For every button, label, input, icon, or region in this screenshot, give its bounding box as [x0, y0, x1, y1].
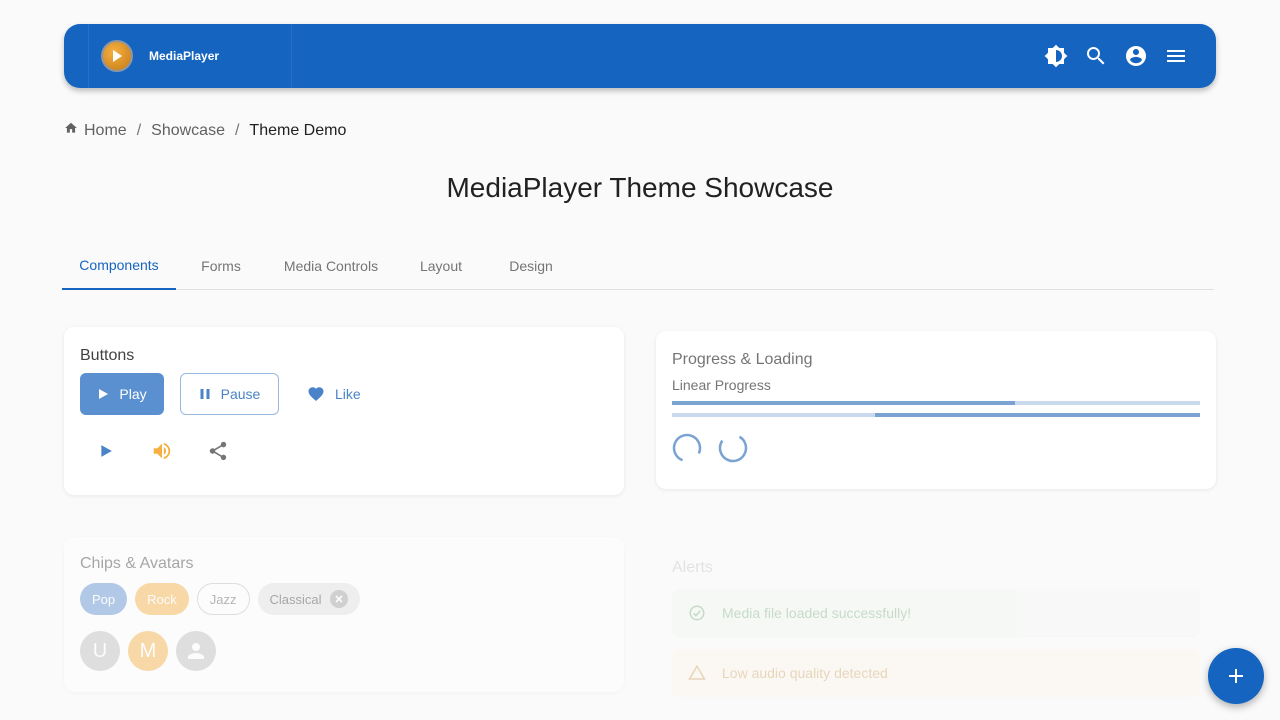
heart-icon — [308, 387, 324, 402]
determinate-progress-bar — [672, 401, 1200, 405]
logo-icon — [101, 40, 133, 72]
buttons-card-title: Buttons — [80, 347, 135, 364]
search-button[interactable] — [1080, 40, 1112, 72]
warning-alert-text: Low audio quality detected — [722, 665, 888, 681]
tab-design[interactable]: Design — [486, 242, 576, 289]
share-icon — [209, 441, 227, 461]
brand-name: MediaPlayer — [149, 49, 220, 63]
pause-button[interactable]: Pause — [180, 373, 279, 415]
breadcrumb-separator: / — [136, 122, 142, 139]
brand[interactable]: MediaPlayer — [88, 24, 292, 88]
success-alert: Media file loaded successfully! — [672, 589, 1200, 637]
chip-classical-label: Classical — [269, 591, 322, 607]
home-icon — [65, 122, 77, 133]
brightness-icon — [1044, 44, 1068, 68]
person-icon — [188, 643, 204, 659]
check-circle-icon — [689, 605, 705, 621]
progress-card-title: Progress & Loading — [672, 351, 813, 368]
account-button[interactable] — [1120, 40, 1152, 72]
brightness-toggle-button[interactable] — [1040, 40, 1072, 72]
tab-media-controls[interactable]: Media Controls — [266, 242, 396, 289]
breadcrumb-current: Theme Demo — [249, 122, 347, 139]
share-icon-button[interactable] — [200, 433, 236, 469]
breadcrumb-showcase[interactable]: Showcase — [151, 122, 225, 140]
chips-card-title: Chips & Avatars — [80, 555, 194, 572]
pause-button-label: Pause — [220, 386, 261, 402]
chips-avatars-card: Chips & Avatars Pop Rock Jazz Classical … — [64, 537, 624, 692]
volume-icon — [153, 442, 171, 460]
search-icon — [1087, 47, 1105, 65]
chip-rock[interactable]: Rock — [135, 583, 189, 615]
success-alert-text: Media file loaded successfully! — [722, 605, 912, 621]
menu-icon — [1167, 50, 1185, 62]
play-icon-button[interactable] — [88, 433, 124, 469]
tab-components[interactable]: Components — [62, 242, 176, 290]
alerts-card: Alerts Media file loaded successfully! L… — [656, 545, 1216, 720]
avatar-m: M — [128, 631, 168, 671]
alerts-card-title: Alerts — [672, 559, 713, 576]
progress-card: Progress & Loading Linear Progress — [656, 331, 1216, 489]
chip-classical[interactable]: Classical — [257, 583, 360, 615]
like-button-label: Like — [335, 386, 361, 402]
chip-delete-icon[interactable] — [329, 590, 348, 608]
avatar-person — [176, 631, 216, 671]
account-icon — [1126, 46, 1146, 66]
tab-bar: Components Forms Media Controls Layout D… — [62, 242, 1214, 290]
add-fab-button[interactable] — [1208, 648, 1264, 704]
like-button[interactable]: Like — [295, 373, 373, 415]
avatar-u: U — [80, 631, 120, 671]
circular-progress-spinner — [672, 433, 702, 463]
play-button-label: Play — [119, 386, 147, 402]
volume-icon-button[interactable] — [144, 433, 180, 469]
circular-progress-spinner — [718, 433, 748, 463]
menu-button[interactable] — [1160, 40, 1192, 72]
determinate-progress-fill — [672, 401, 1016, 405]
app-bar: MediaPlayer — [64, 24, 1216, 88]
tab-forms[interactable]: Forms — [176, 242, 266, 289]
play-icon — [99, 389, 109, 399]
warning-alert: Low audio quality detected — [672, 649, 1200, 697]
plus-icon — [1229, 669, 1243, 683]
tab-layout[interactable]: Layout — [396, 242, 486, 289]
chip-jazz[interactable]: Jazz — [196, 583, 250, 615]
indeterminate-progress-bar — [672, 413, 1200, 417]
buttons-card: Buttons Play Pause Like — [64, 327, 624, 495]
breadcrumb-separator: / — [234, 122, 240, 139]
linear-progress-label: Linear Progress — [672, 377, 771, 393]
indeterminate-progress-fill — [875, 413, 1200, 417]
play-button[interactable]: Play — [80, 373, 164, 415]
breadcrumb: Home / Showcase / Theme Demo — [64, 122, 346, 140]
warning-icon — [688, 664, 706, 680]
page-title: MediaPlayer Theme Showcase — [446, 172, 834, 203]
pause-icon — [200, 389, 210, 399]
breadcrumb-home[interactable]: Home — [64, 122, 127, 140]
breadcrumb-home-label: Home — [84, 122, 127, 139]
play-icon — [101, 445, 112, 457]
chip-pop[interactable]: Pop — [80, 583, 128, 615]
